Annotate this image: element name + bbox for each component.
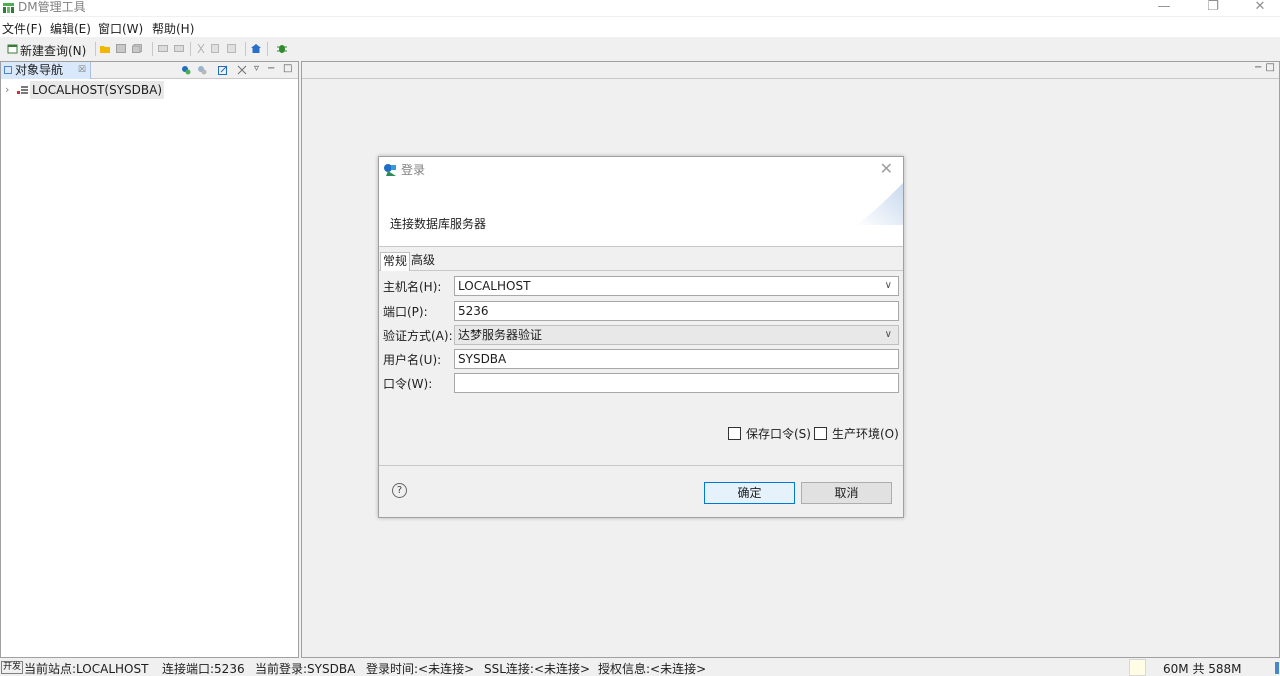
app-icon [3,3,14,13]
dialog-header: 登录 ✕ 连接数据库服务器 [379,157,903,247]
status-login: 当前登录:SYSDBA [255,662,356,676]
dialog-footer: ? 确定 取消 [379,465,903,517]
new-query-icon [7,44,18,54]
username-label: 用户名(U): [383,353,442,367]
navigator-tabbar: 对象导航 ☒ ▿ − □ [1,62,298,79]
memory-indicator [1129,659,1146,676]
maximize-panel-icon[interactable]: □ [283,63,292,74]
auth-label: 验证方式(A): [383,329,453,343]
checkbox-icon[interactable] [728,427,741,440]
checkbox-icon[interactable] [814,427,827,440]
save-password-label: 保存口令(S) [746,427,811,441]
menu-edit[interactable]: 编辑(E) [50,20,91,37]
save-all-icon[interactable] [132,44,142,53]
menu-help[interactable]: 帮助(H) [152,20,194,37]
editor-window-controls[interactable]: − □ [1254,62,1275,73]
status-login-time: 登录时间:<未连接> [366,662,475,676]
tree-item-label: LOCALHOST(SYSDBA) [30,81,165,99]
auth-value: 达梦服务器验证 [458,328,543,342]
view-menu-icon[interactable]: ▿ [254,63,259,74]
port-value: 5236 [458,304,489,318]
copy-icon[interactable] [211,44,221,53]
gc-icon[interactable] [1275,662,1279,674]
save-password-checkbox[interactable]: 保存口令(S) [728,425,811,442]
toolbar-separator [152,42,153,56]
status-ssl: SSL连接:<未连接> [484,662,591,676]
restore-button[interactable]: ❐ [1190,0,1236,16]
toolbar-separator [267,42,268,56]
tab-object-navigator[interactable]: 对象导航 ☒ [1,62,91,79]
status-bar: 开发 当前站点:LOCALHOST 连接端口:5236 当前登录:SYSDBA … [0,659,1280,676]
menu-bar: 文件(F) 编辑(E) 窗口(W) 帮助(H) [0,17,1280,37]
status-site: 当前站点:LOCALHOST [24,662,149,676]
expand-chevron-icon[interactable]: › [5,83,9,96]
main-toolbar: 新建查询(N) [0,38,1280,60]
disconnect-icon[interactable] [197,65,207,75]
tab-general[interactable]: 常规 [380,252,411,271]
save-icon[interactable] [116,44,126,53]
production-env-checkbox[interactable]: 生产环境(O) [814,425,899,442]
tab-advanced[interactable]: 高级 [409,252,437,270]
chevron-down-icon[interactable]: ∨ [885,277,892,295]
status-port: 连接端口:5236 [162,662,245,676]
password-field[interactable] [454,373,899,393]
close-icon[interactable]: ☒ [78,62,86,78]
minimize-panel-icon[interactable]: − [267,63,275,74]
collapse-all-icon[interactable] [237,65,247,75]
ok-button[interactable]: 确定 [704,482,795,504]
minimize-button[interactable]: — [1141,0,1187,16]
username-value: SYSDBA [458,352,507,366]
undo-icon[interactable] [158,44,168,53]
toolbar-separator [190,42,191,56]
dialog-close-button[interactable]: ✕ [880,159,893,178]
connect-icon[interactable] [181,65,191,75]
editor-tabbar: − □ [302,62,1279,79]
mode-badge: 开发 [1,661,24,674]
dialog-title: 登录 [401,163,426,177]
menu-window[interactable]: 窗口(W) [98,20,143,37]
cut-icon[interactable] [196,44,206,53]
chevron-down-icon[interactable]: ∨ [885,326,892,344]
login-icon [384,164,396,176]
cancel-button[interactable]: 取消 [801,482,892,504]
edit-icon[interactable] [218,65,228,75]
toolbar-separator [245,42,246,56]
dialog-tabs: 常规 高级 [379,252,903,271]
redo-icon[interactable] [174,44,184,53]
auth-combo[interactable]: 达梦服务器验证 ∨ [454,325,899,345]
host-combo[interactable]: LOCALHOST ∨ [454,276,899,296]
help-icon[interactable]: ? [392,483,407,498]
production-env-label: 生产环境(O) [832,427,899,441]
window-titlebar: DM管理工具 — ❐ ✕ [0,0,1280,16]
status-license: 授权信息:<未连接> [598,662,707,676]
host-label: 主机名(H): [383,280,442,294]
header-decoration [855,183,903,225]
navigator-tab-label: 对象导航 [15,63,64,77]
new-query-button[interactable]: 新建查询(N) [20,42,86,59]
password-label: 口令(W): [383,377,433,391]
host-value: LOCALHOST [458,279,531,293]
close-window-button[interactable]: ✕ [1237,0,1280,16]
login-dialog: 登录 ✕ 连接数据库服务器 常规 高级 主机名(H): LOCALHOST ∨ … [378,156,904,518]
open-folder-icon[interactable] [100,44,110,53]
port-field[interactable]: 5236 [454,301,899,321]
debug-icon[interactable] [277,44,287,53]
port-label: 端口(P): [383,305,428,319]
database-icon [17,86,28,94]
paste-icon[interactable] [227,44,237,53]
dialog-subtitle: 连接数据库服务器 [390,217,487,231]
object-navigator-panel: 对象导航 ☒ ▿ − □ › LOCALHOST(SYSDBA) [0,61,299,658]
navigator-icon [4,66,12,74]
status-memory: 60M 共 588M [1163,662,1242,676]
menu-file[interactable]: 文件(F) [2,20,42,37]
window-title: DM管理工具 [18,0,86,14]
username-field[interactable]: SYSDBA [454,349,899,369]
toolbar-separator [95,42,96,56]
home-icon[interactable] [251,44,261,53]
